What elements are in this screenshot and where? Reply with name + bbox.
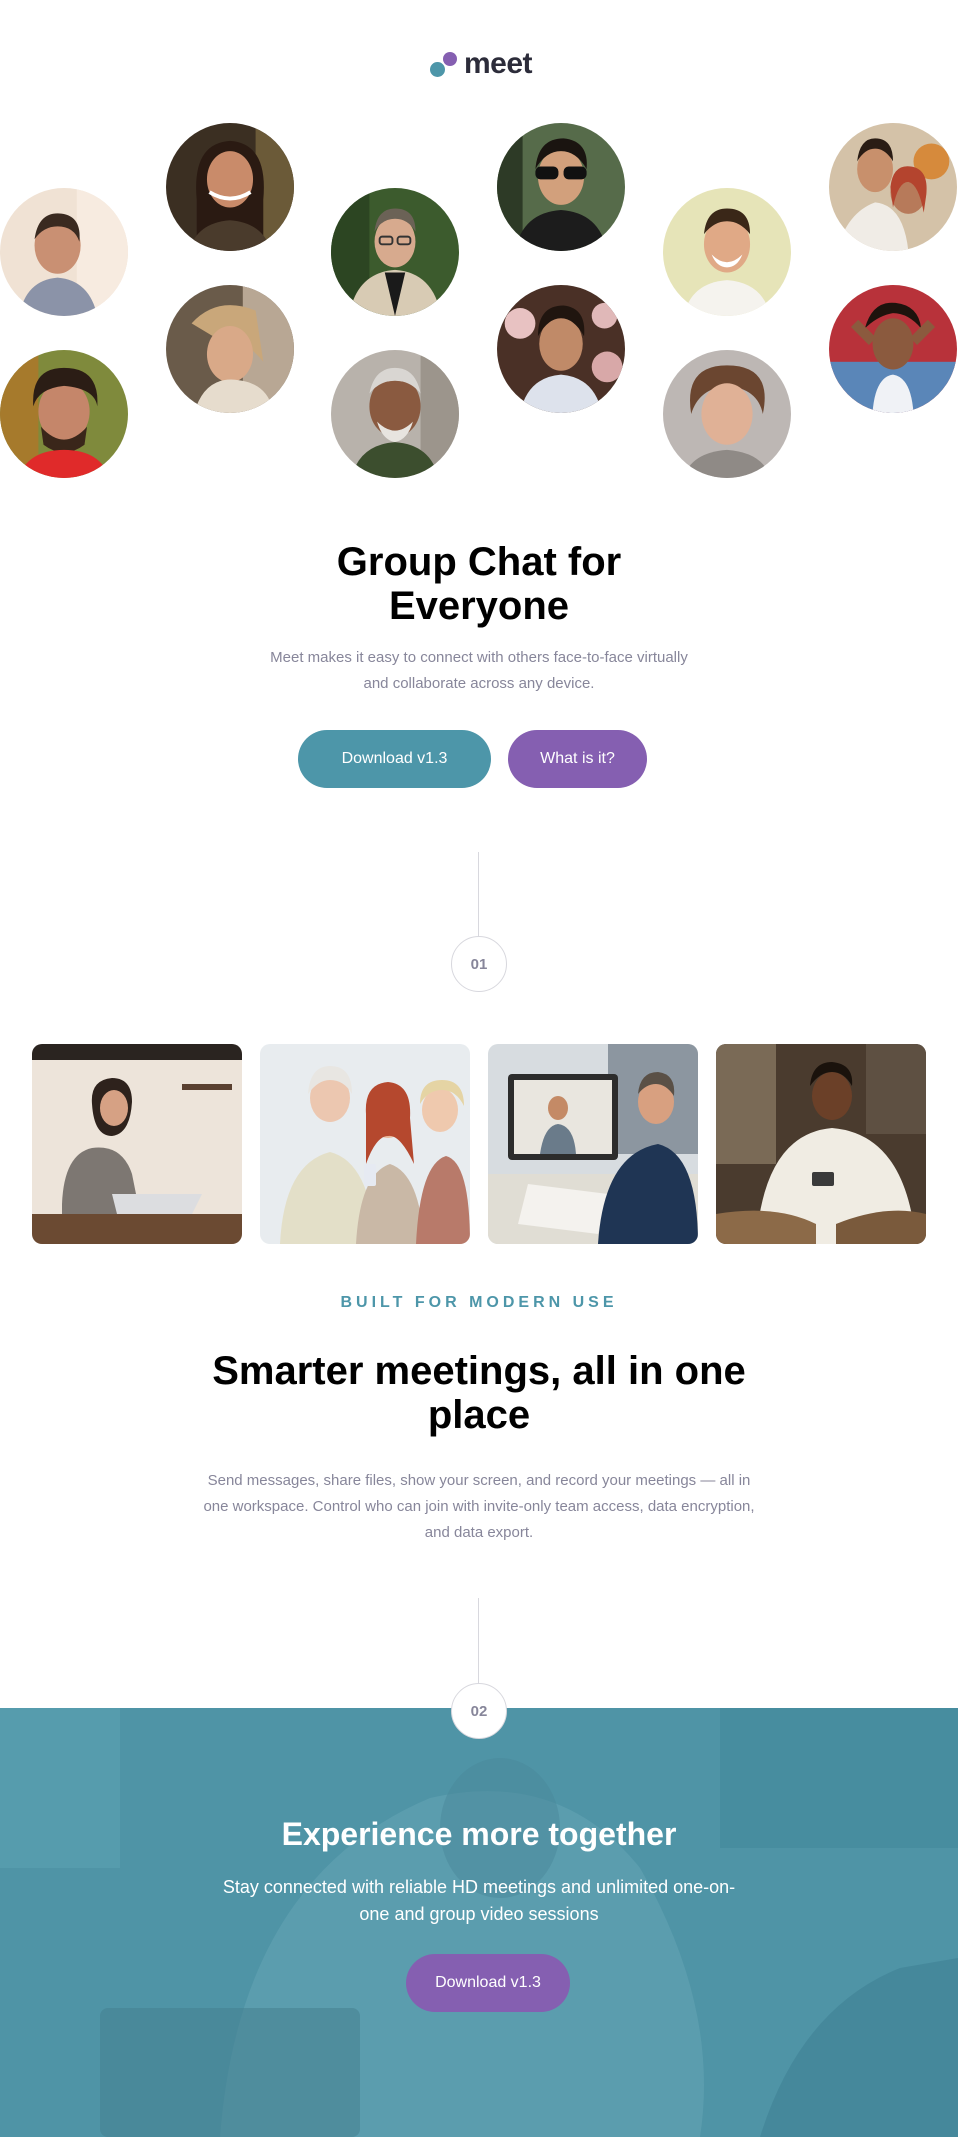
gallery-photo	[488, 1044, 698, 1244]
gallery-photo	[260, 1044, 470, 1244]
hero-title-line: Group Chat for	[336, 540, 622, 584]
avatar-image	[663, 188, 791, 316]
avatar-image	[497, 285, 625, 413]
section-eyebrow: BUILT FOR MODERN USE	[340, 1294, 618, 1311]
gallery-photo	[32, 1044, 242, 1244]
avatar-image	[331, 350, 459, 478]
section-title: Smarter meetings, all in one place	[212, 1349, 746, 1437]
logo-text: meet	[463, 47, 533, 80]
avatar-image	[166, 285, 294, 413]
avatar-image	[497, 123, 625, 251]
site-logo[interactable]: meet	[0, 44, 958, 84]
avatar-image	[829, 123, 957, 251]
hero-title-line: Everyone	[388, 584, 570, 628]
photo-gallery	[32, 1044, 926, 1244]
cta-title: Experience more together	[281, 1816, 677, 1852]
what-is-it-button[interactable]: What is it?	[508, 730, 647, 788]
hero-description: Meet makes it easy to connect with other…	[270, 649, 688, 692]
logo-mark-icon	[426, 48, 458, 80]
avatar-image	[0, 350, 128, 478]
section-description: Send messages, share files, show your sc…	[203, 1472, 755, 1541]
hero-title: Group Chat for Everyone	[0, 540, 958, 628]
cta-download-button[interactable]: Download v1.3	[406, 1954, 570, 2012]
step-connector-line	[478, 852, 479, 937]
avatar-image	[663, 350, 791, 478]
avatar-image	[0, 188, 128, 316]
step-number-badge: 02	[451, 1683, 507, 1739]
avatar-image	[166, 123, 294, 251]
cta-section: Experience more together Stay connected …	[0, 1708, 958, 2137]
gallery-photo	[716, 1044, 926, 1244]
download-button[interactable]: Download v1.3	[298, 730, 491, 788]
step-number-badge: 01	[451, 936, 507, 992]
avatar-image	[829, 285, 957, 413]
avatar-image	[331, 188, 459, 316]
avatar-collage	[0, 120, 958, 490]
cta-description: Stay connected with reliable HD meetings…	[222, 1877, 736, 1924]
